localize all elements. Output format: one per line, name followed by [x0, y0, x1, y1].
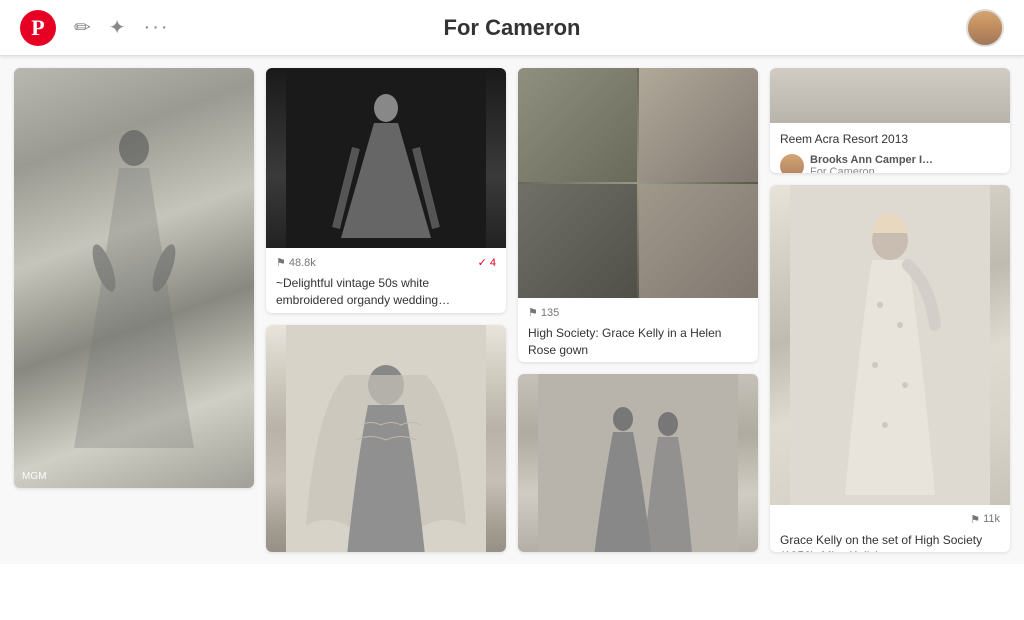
pin-reem-acra[interactable]: Reem Acra Resort 2013 Brooks Ann Camper …: [770, 68, 1010, 173]
pin-title-vintage-wedding: ~Delightful vintage 50s white embroidere…: [276, 275, 496, 309]
pin-meta-grace-collage: ⚑ 135: [528, 306, 748, 319]
edit-icon[interactable]: [74, 15, 91, 40]
pin-image-grace-collage: [518, 68, 758, 298]
saves-icon-collage: ⚑: [528, 306, 538, 319]
header: P For Cameron: [0, 0, 1024, 56]
column-3: Reem Acra Resort 2013 Brooks Ann Camper …: [764, 68, 1016, 552]
pin-saves-grace-collage: ⚑ 135: [528, 306, 559, 319]
pin-grace-collage[interactable]: ⚑ 135 High Society: Grace Kelly in a Hel…: [518, 68, 758, 362]
collage-cell-2: [639, 68, 758, 182]
pin-info-grace-collage: ⚑ 135 High Society: Grace Kelly in a Hel…: [518, 298, 758, 362]
image-placeholder-grace-collage: [518, 68, 758, 298]
column-1: ⚑ 48.8k ✓ 4 ~Delightful vintage 50s whit…: [260, 68, 512, 552]
header-left: P: [20, 10, 170, 46]
user-avatar[interactable]: [966, 9, 1004, 47]
pin-check-vintage-wedding: ✓ 4: [478, 256, 496, 269]
pin-grace-dance[interactable]: MGM: [14, 68, 254, 488]
column-0: MGM: [8, 68, 260, 552]
more-options-icon[interactable]: [144, 16, 170, 39]
header-right: [966, 9, 1004, 47]
pin-grace-scene[interactable]: [518, 374, 758, 552]
pin-saves-grace-set: ⚑ 11k: [970, 513, 1000, 526]
collage-cell-4: [639, 184, 758, 298]
image-placeholder-reem-acra: [770, 68, 1010, 123]
pin-image-grace-scene: [518, 374, 758, 552]
pin-image-reem-acra: [770, 68, 1010, 123]
board-name-reem: For Cameron: [810, 166, 933, 173]
pin-title-grace-collage: High Society: Grace Kelly in a Helen Ros…: [528, 325, 748, 359]
main-content: MGM: [0, 56, 1024, 564]
pin-title-grace-set: Grace Kelly on the set of High Society (…: [780, 532, 1000, 552]
saves-icon: ⚑: [276, 256, 286, 269]
avatar-face: [968, 11, 1002, 45]
pin-grace-veil[interactable]: [266, 325, 506, 552]
pin-info-grace-set: ⚑ 11k Grace Kelly on the set of High Soc…: [770, 505, 1010, 552]
pin-vintage-wedding[interactable]: ⚑ 48.8k ✓ 4 ~Delightful vintage 50s whit…: [266, 68, 506, 313]
pin-image-grace-veil: [266, 325, 506, 552]
column-2: ⚑ 135 High Society: Grace Kelly in a Hel…: [512, 68, 764, 552]
pin-title-reem-acra: Reem Acra Resort 2013: [780, 131, 1000, 148]
image-placeholder-grace-set: [770, 185, 1010, 505]
user-name-reem: Brooks Ann Camper I…: [810, 154, 933, 166]
pin-image-vintage-wedding: [266, 68, 506, 248]
user-mini-avatar-reem: [780, 154, 804, 173]
saves-count: 48.8k: [289, 257, 316, 269]
pin-user-reem-acra: Brooks Ann Camper I… For Cameron: [780, 154, 1000, 173]
pin-meta-vintage-wedding: ⚑ 48.8k ✓ 4: [276, 256, 496, 269]
collage-cell-3: [518, 184, 637, 298]
check-count: 4: [490, 257, 496, 269]
pin-meta-grace-set: ⚑ 11k: [780, 513, 1000, 526]
pin-image-grace-dance: MGM: [14, 68, 254, 488]
pin-info-vintage-wedding: ⚑ 48.8k ✓ 4 ~Delightful vintage 50s whit…: [266, 248, 506, 313]
pin-info-reem-acra: Reem Acra Resort 2013 Brooks Ann Camper …: [770, 123, 1010, 173]
pins-container: MGM: [0, 56, 1024, 564]
pin-saves-vintage-wedding: ⚑ 48.8k: [276, 256, 316, 269]
image-placeholder-grace-veil: [266, 325, 506, 552]
pin-image-grace-set: [770, 185, 1010, 505]
mgm-label: MGM: [22, 471, 46, 482]
user-info-reem: Brooks Ann Camper I… For Cameron: [810, 154, 933, 173]
image-placeholder-vintage-wedding: [266, 68, 506, 248]
pinterest-logo[interactable]: P: [20, 10, 56, 46]
saves-count-set: 11k: [983, 513, 1000, 525]
page-title: For Cameron: [444, 15, 581, 41]
collage-cell-1: [518, 68, 637, 182]
move-icon[interactable]: [109, 15, 126, 40]
saves-icon-set: ⚑: [970, 513, 980, 526]
image-placeholder-grace-dance: MGM: [14, 68, 254, 488]
image-placeholder-grace-scene: [518, 374, 758, 552]
saves-count-collage: 135: [541, 307, 559, 319]
pin-grace-set[interactable]: ⚑ 11k Grace Kelly on the set of High Soc…: [770, 185, 1010, 552]
